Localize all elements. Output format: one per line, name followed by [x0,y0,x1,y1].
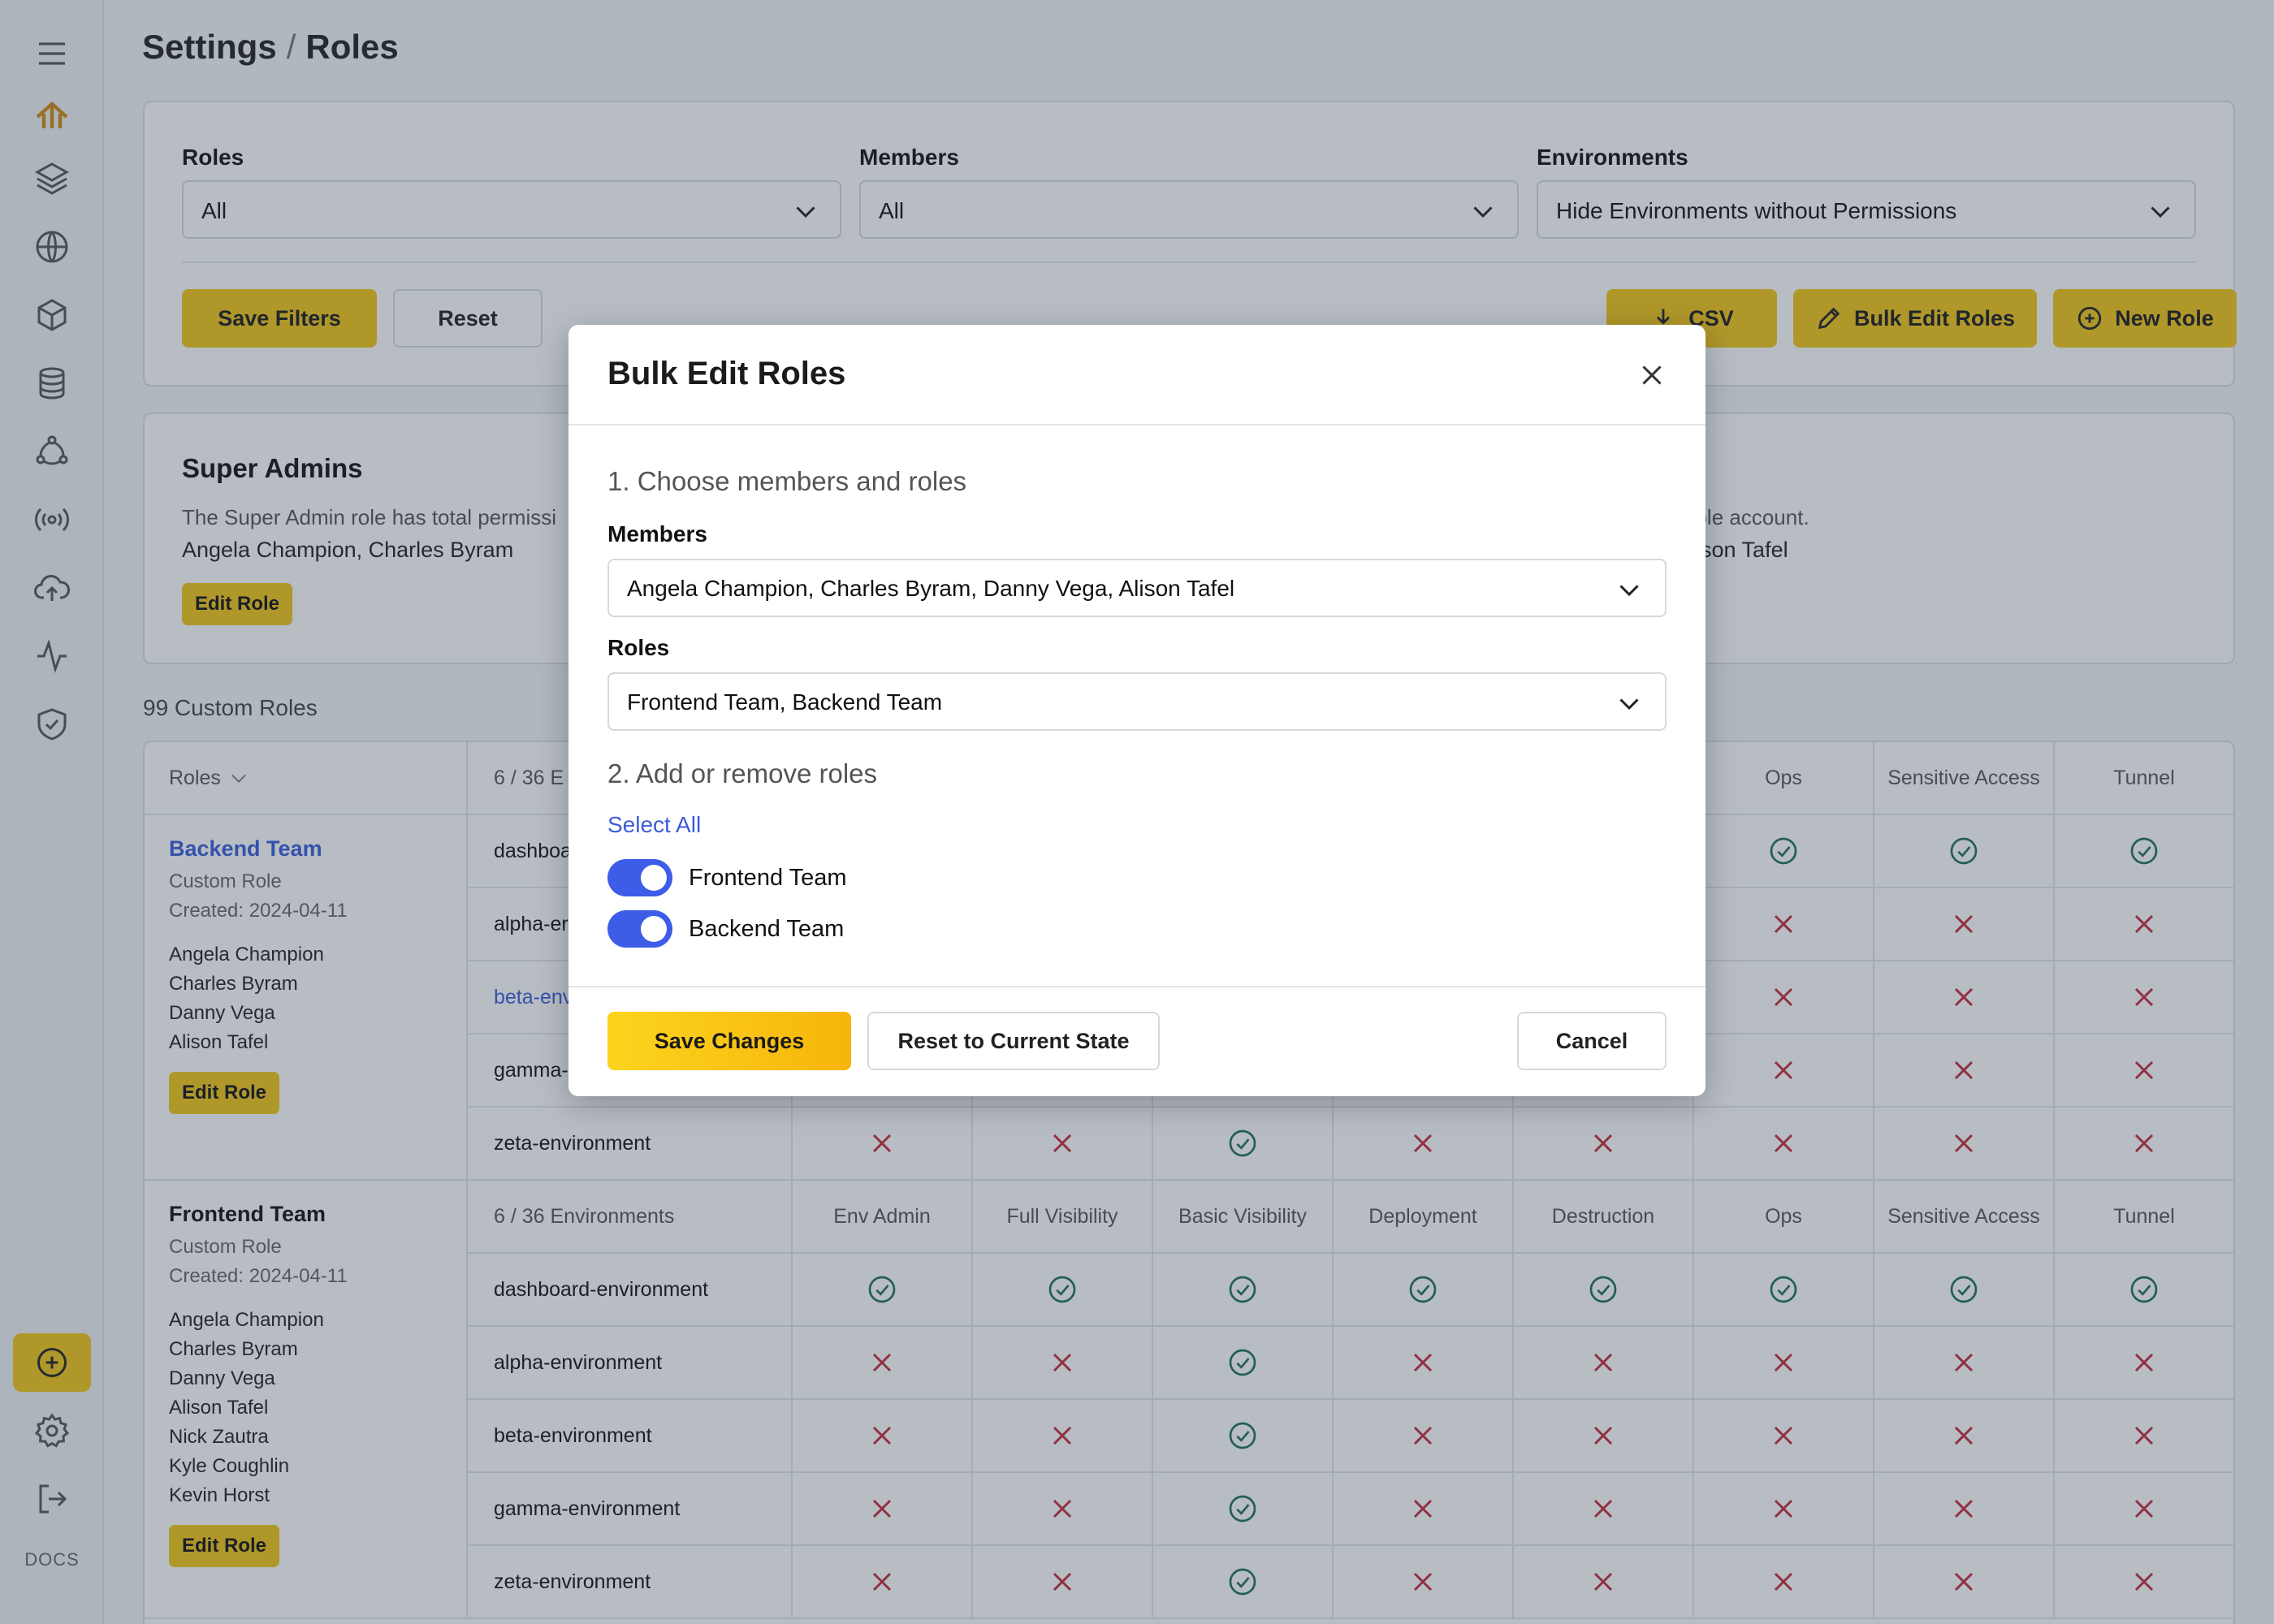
modal-members-select[interactable]: Angela Champion, Charles Byram, Danny Ve… [607,559,1667,617]
step2-heading: 2. Add or remove roles [607,758,877,788]
step1-heading: 1. Choose members and roles [607,466,967,496]
cancel-button[interactable]: Cancel [1517,1012,1667,1070]
save-changes-button[interactable]: Save Changes [607,1012,851,1070]
frontend-team-toggle[interactable] [607,859,672,896]
modal-header-divider [568,424,1706,425]
close-icon[interactable] [1637,361,1667,390]
chevron-down-icon [1619,585,1639,597]
frontend-team-toggle-label: Frontend Team [689,864,847,891]
toggle-row-backend-team[interactable]: Backend Team [607,910,844,948]
reset-to-current-state-button[interactable]: Reset to Current State [867,1012,1160,1070]
chevron-down-icon [1619,698,1639,710]
modal-roles-label: Roles [607,635,670,660]
bulk-edit-roles-modal: Bulk Edit Roles 1. Choose members and ro… [568,325,1706,1096]
modal-members-label: Members [607,521,707,546]
backend-team-toggle-label: Backend Team [689,915,845,942]
modal-members-value: Angela Champion, Charles Byram, Danny Ve… [627,576,1235,601]
backend-team-toggle[interactable] [607,910,672,948]
modal-roles-select[interactable]: Frontend Team, Backend Team [607,672,1667,731]
modal-roles-value: Frontend Team, Backend Team [627,689,943,715]
select-all-link[interactable]: Select All [607,812,701,838]
toggle-row-frontend-team[interactable]: Frontend Team [607,859,847,896]
modal-footer-divider [568,986,1706,987]
modal-title: Bulk Edit Roles [607,356,846,391]
